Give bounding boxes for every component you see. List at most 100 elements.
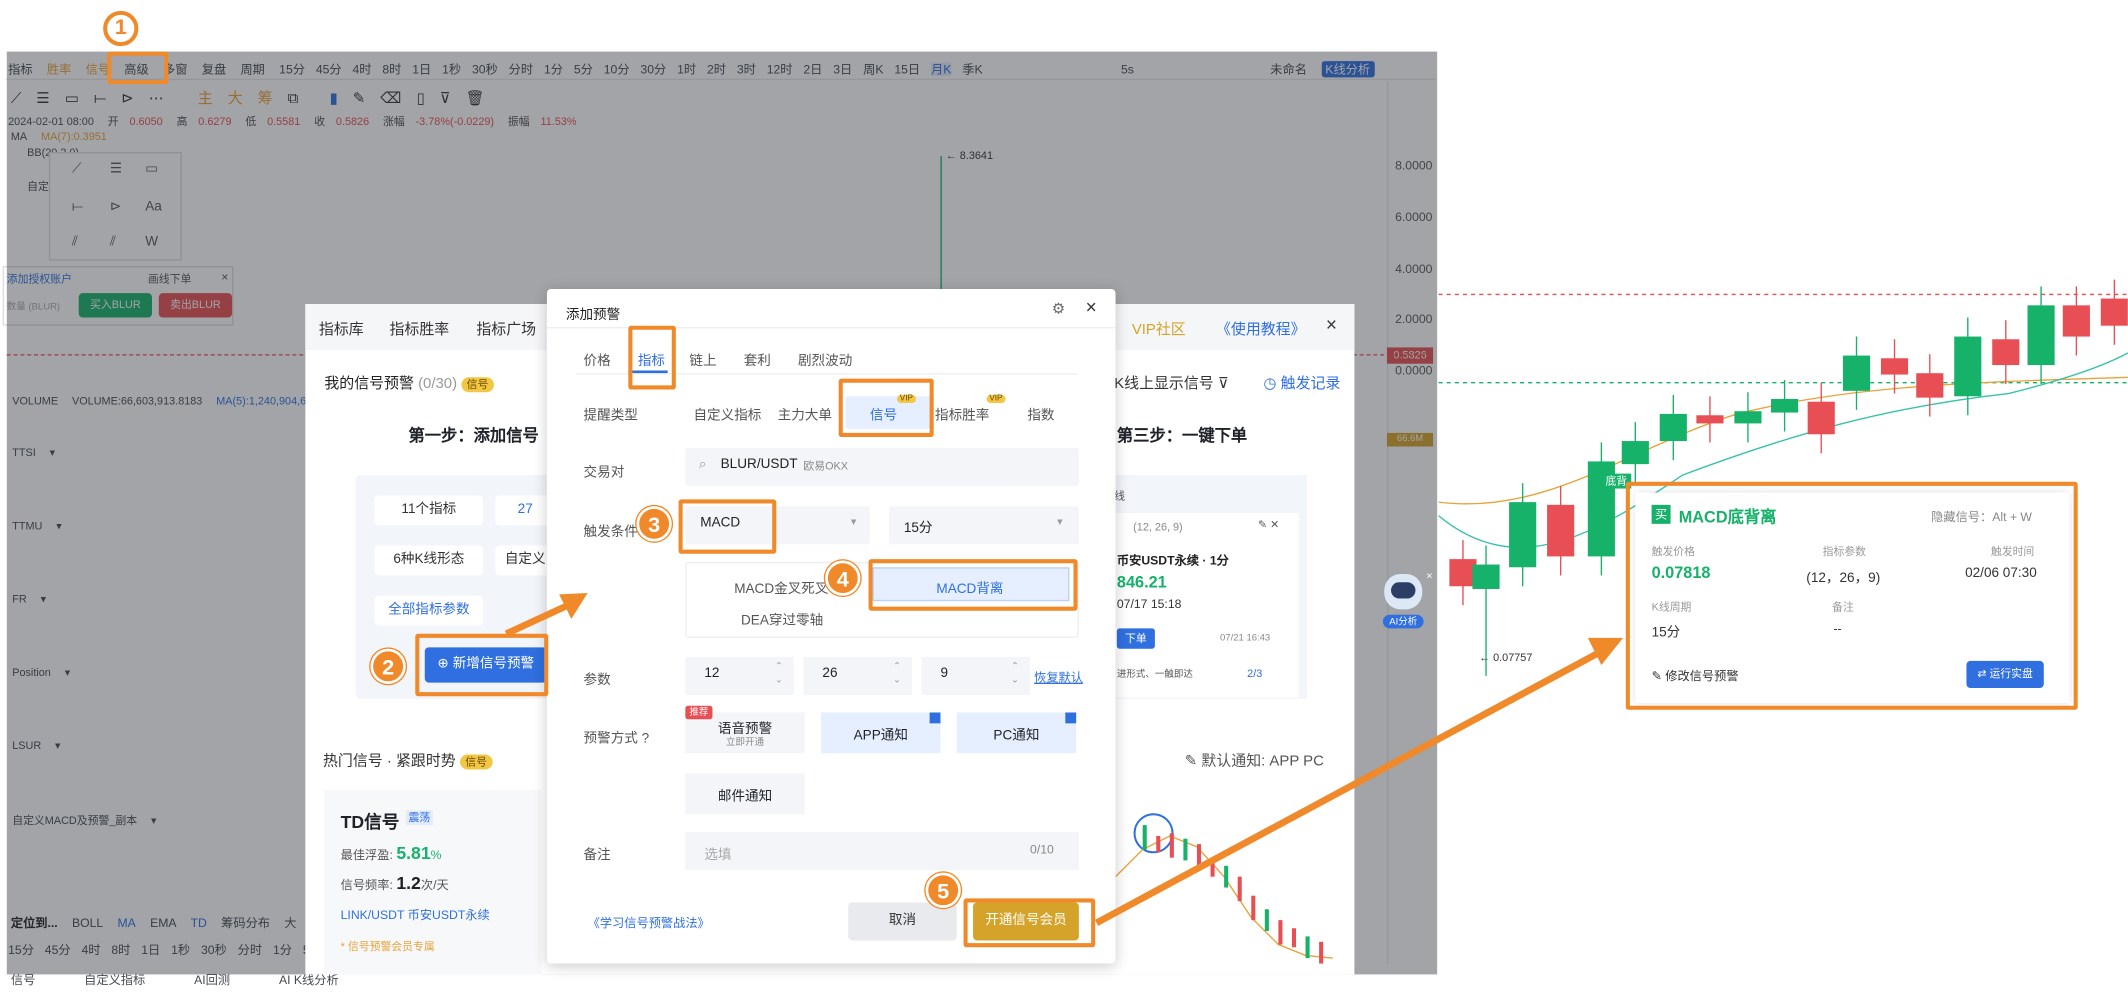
pair-input[interactable]: ⌕ BLUR/USDT 欧易OKX: [685, 447, 1079, 486]
my-signal-row: 我的信号预警 (0/30) 信号: [324, 372, 494, 394]
td-candle: [1319, 941, 1324, 964]
type-index[interactable]: 指数: [1027, 403, 1054, 423]
td-best-row: 最佳浮盈: 5.81%: [341, 843, 442, 863]
interval-value: 15分: [903, 521, 933, 537]
signal-count: (0/30): [418, 375, 458, 393]
candle-body: [1954, 336, 1982, 397]
bottom-tab-0[interactable]: 信号: [11, 973, 35, 987]
alert-tab-3[interactable]: 套利: [744, 349, 771, 369]
td-chart: [1115, 795, 1347, 975]
hot-signal-tag: 信号: [459, 754, 493, 770]
kline-show-label: K线上显示信号: [1114, 375, 1214, 393]
td-candle: [1210, 857, 1215, 877]
type-custom[interactable]: 自定义指标: [693, 403, 761, 423]
alert-tab-0[interactable]: 价格: [584, 349, 611, 369]
remark-input[interactable]: 选填 0/10: [685, 831, 1079, 870]
hot-row: 热门信号 · 紧跟时势 信号: [322, 749, 493, 771]
ai-analysis-button[interactable]: AI分析: [1382, 574, 1424, 635]
kline-show-toggle[interactable]: K线上显示信号 ⊽: [1114, 372, 1229, 394]
preview-name: 币安USDT永续 · 1分: [1116, 553, 1229, 568]
macd-line-label: 线: [1114, 489, 1126, 503]
td-tag: 震荡: [405, 810, 433, 826]
highlight-add-signal: [415, 633, 549, 697]
type-win-rate[interactable]: 指标胜率: [935, 403, 989, 423]
preview-params: (12, 26, 9): [1133, 521, 1183, 534]
close-icon[interactable]: ×: [1426, 570, 1432, 582]
bottom-tab-3[interactable]: AI K线分析: [279, 973, 339, 987]
td-candle: [1264, 909, 1269, 931]
notify-pc[interactable]: PC通知: [956, 712, 1077, 754]
step-badge-5: 5: [925, 872, 961, 908]
chip-all-params[interactable]: 全部指标参数: [374, 595, 484, 626]
tab-square[interactable]: 指标广场: [476, 318, 536, 340]
trigger-log-link[interactable]: ◷ 触发记录: [1263, 372, 1340, 394]
param-slow[interactable]: 26 ⌃ ⌄: [803, 656, 912, 695]
candle-body: [1547, 504, 1575, 557]
close-icon[interactable]: ×: [1326, 313, 1337, 335]
td-candle: [1251, 895, 1256, 921]
restore-default-link[interactable]: 恢复默认: [1034, 668, 1083, 686]
stepper-icon[interactable]: ⌃ ⌄: [893, 661, 901, 688]
notify-email[interactable]: 邮件通知: [685, 773, 805, 815]
notify-voice[interactable]: 推荐 语音预警 立即开通: [685, 705, 805, 754]
td-candle: [1278, 920, 1283, 945]
td-candle: [1196, 844, 1202, 869]
remark-placeholder: 选填: [704, 848, 732, 864]
highlight-indicator-tab: [628, 325, 676, 390]
chevron-down-icon: ▾: [1057, 515, 1063, 528]
settings-icon[interactable]: ⚙: [1052, 300, 1065, 317]
preview-ts: 07/21 16:43: [1220, 633, 1271, 644]
exchange-value: 欧易OKX: [803, 460, 849, 473]
notify-app[interactable]: APP通知: [821, 712, 941, 754]
hot-label: 热门信号 · 紧跟时势: [322, 753, 456, 770]
pc-label: PC通知: [993, 728, 1040, 744]
candle-body: [1916, 373, 1944, 398]
reminder-type-label: 提醒类型: [583, 408, 638, 424]
step-badge-1: 1: [103, 10, 139, 47]
highlight-macd-select: [678, 499, 777, 554]
pair-label: 交易对: [583, 465, 625, 481]
ai-analysis-label: AI分析: [1382, 614, 1424, 629]
dialog-close-icon[interactable]: ×: [1086, 296, 1097, 318]
tab-indicator-lib[interactable]: 指标库: [319, 318, 364, 340]
candle-body: [1842, 355, 1871, 391]
preview-page[interactable]: 2/3: [1247, 668, 1262, 680]
param-slow-value: 26: [822, 666, 838, 682]
candle-body: [1880, 358, 1909, 375]
type-big-order[interactable]: 主力大单: [778, 403, 832, 423]
robot-face: [1391, 582, 1416, 599]
vip-community-link[interactable]: VIP社区: [1132, 318, 1186, 340]
highlight-signal-tab: [107, 51, 169, 85]
chip-kline-forms[interactable]: 6种K线形态: [374, 545, 484, 576]
preview-order-button[interactable]: 下单: [1116, 628, 1155, 649]
preview-edit-icon[interactable]: ✎ ✕: [1258, 518, 1279, 530]
stepper-icon[interactable]: ⌃ ⌄: [1011, 661, 1019, 688]
stepper-icon[interactable]: ⌃ ⌄: [775, 661, 783, 688]
interval-select[interactable]: 15分 ▾: [888, 506, 1079, 545]
td-candle: [1305, 936, 1310, 959]
alert-tab-2[interactable]: 链上: [689, 349, 716, 369]
param-fast[interactable]: 12 ⌃ ⌄: [685, 656, 794, 695]
preview-price: 846.21: [1116, 572, 1167, 592]
trigger-label: 触发条件: [583, 525, 638, 541]
cancel-button[interactable]: 取消: [848, 902, 957, 941]
td-candle: [1142, 825, 1147, 850]
candle-body: [1771, 398, 1799, 413]
chip-indicators[interactable]: 11个指标: [374, 495, 484, 526]
tab-win-rate[interactable]: 指标胜率: [389, 318, 449, 340]
default-notify[interactable]: ✎ 默认通知: APP PC: [1185, 749, 1324, 771]
bottom-tab-2[interactable]: AI回测: [194, 973, 230, 987]
option-golden-cross[interactable]: MACD金叉死叉: [734, 577, 828, 597]
param-signal[interactable]: 9 ⌃ ⌄: [921, 656, 1031, 695]
td-best-value: 5.81: [396, 842, 431, 864]
td-card[interactable]: TD信号 震荡 最佳浮盈: 5.81% 信号频率: 1.2次/天 LINK/US…: [324, 789, 542, 975]
candle-body: [1659, 413, 1687, 442]
learn-link[interactable]: 《学习信号预警战法》: [588, 913, 710, 931]
preview-time: 07/17 15:18: [1116, 597, 1182, 611]
option-dea-zero[interactable]: DEA穿过零轴: [741, 608, 823, 628]
tutorial-link[interactable]: 《使用教程》: [1216, 318, 1306, 340]
filter-icon: ⊽: [1217, 375, 1229, 393]
bottom-tab-1[interactable]: 自定义指标: [84, 973, 145, 987]
alert-tab-4[interactable]: 剧烈波动: [798, 349, 852, 369]
candle-body: [2062, 305, 2090, 337]
